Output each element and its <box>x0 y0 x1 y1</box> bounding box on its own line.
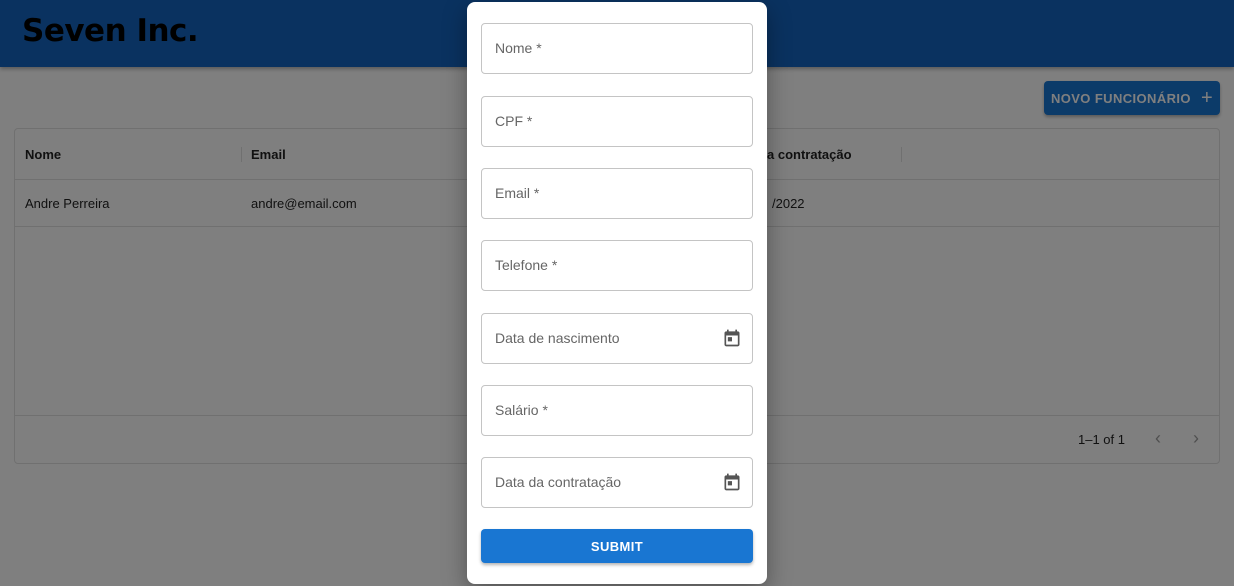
calendar-icon[interactable] <box>722 328 742 348</box>
email-placeholder: Email * <box>495 185 540 201</box>
salario-field[interactable]: Salário * <box>481 385 753 436</box>
nome-field[interactable]: Nome * <box>481 23 753 74</box>
data-contratacao-field[interactable]: Data da contratação <box>481 457 753 508</box>
submit-button[interactable]: SUBMIT <box>481 529 753 563</box>
email-field[interactable]: Email * <box>481 168 753 219</box>
salario-placeholder: Salário * <box>495 402 548 418</box>
cpf-placeholder: CPF * <box>495 113 533 129</box>
data-nascimento-placeholder: Data de nascimento <box>495 330 620 346</box>
calendar-icon[interactable] <box>722 472 742 492</box>
data-contratacao-placeholder: Data da contratação <box>495 474 622 490</box>
telefone-placeholder: Telefone * <box>495 257 558 273</box>
cpf-field[interactable]: CPF * <box>481 96 753 147</box>
new-employee-dialog: Nome * CPF * Email * Telefone * Data de … <box>467 2 767 584</box>
telefone-field[interactable]: Telefone * <box>481 240 753 291</box>
nome-placeholder: Nome * <box>495 40 542 56</box>
data-nascimento-field[interactable]: Data de nascimento <box>481 313 753 364</box>
